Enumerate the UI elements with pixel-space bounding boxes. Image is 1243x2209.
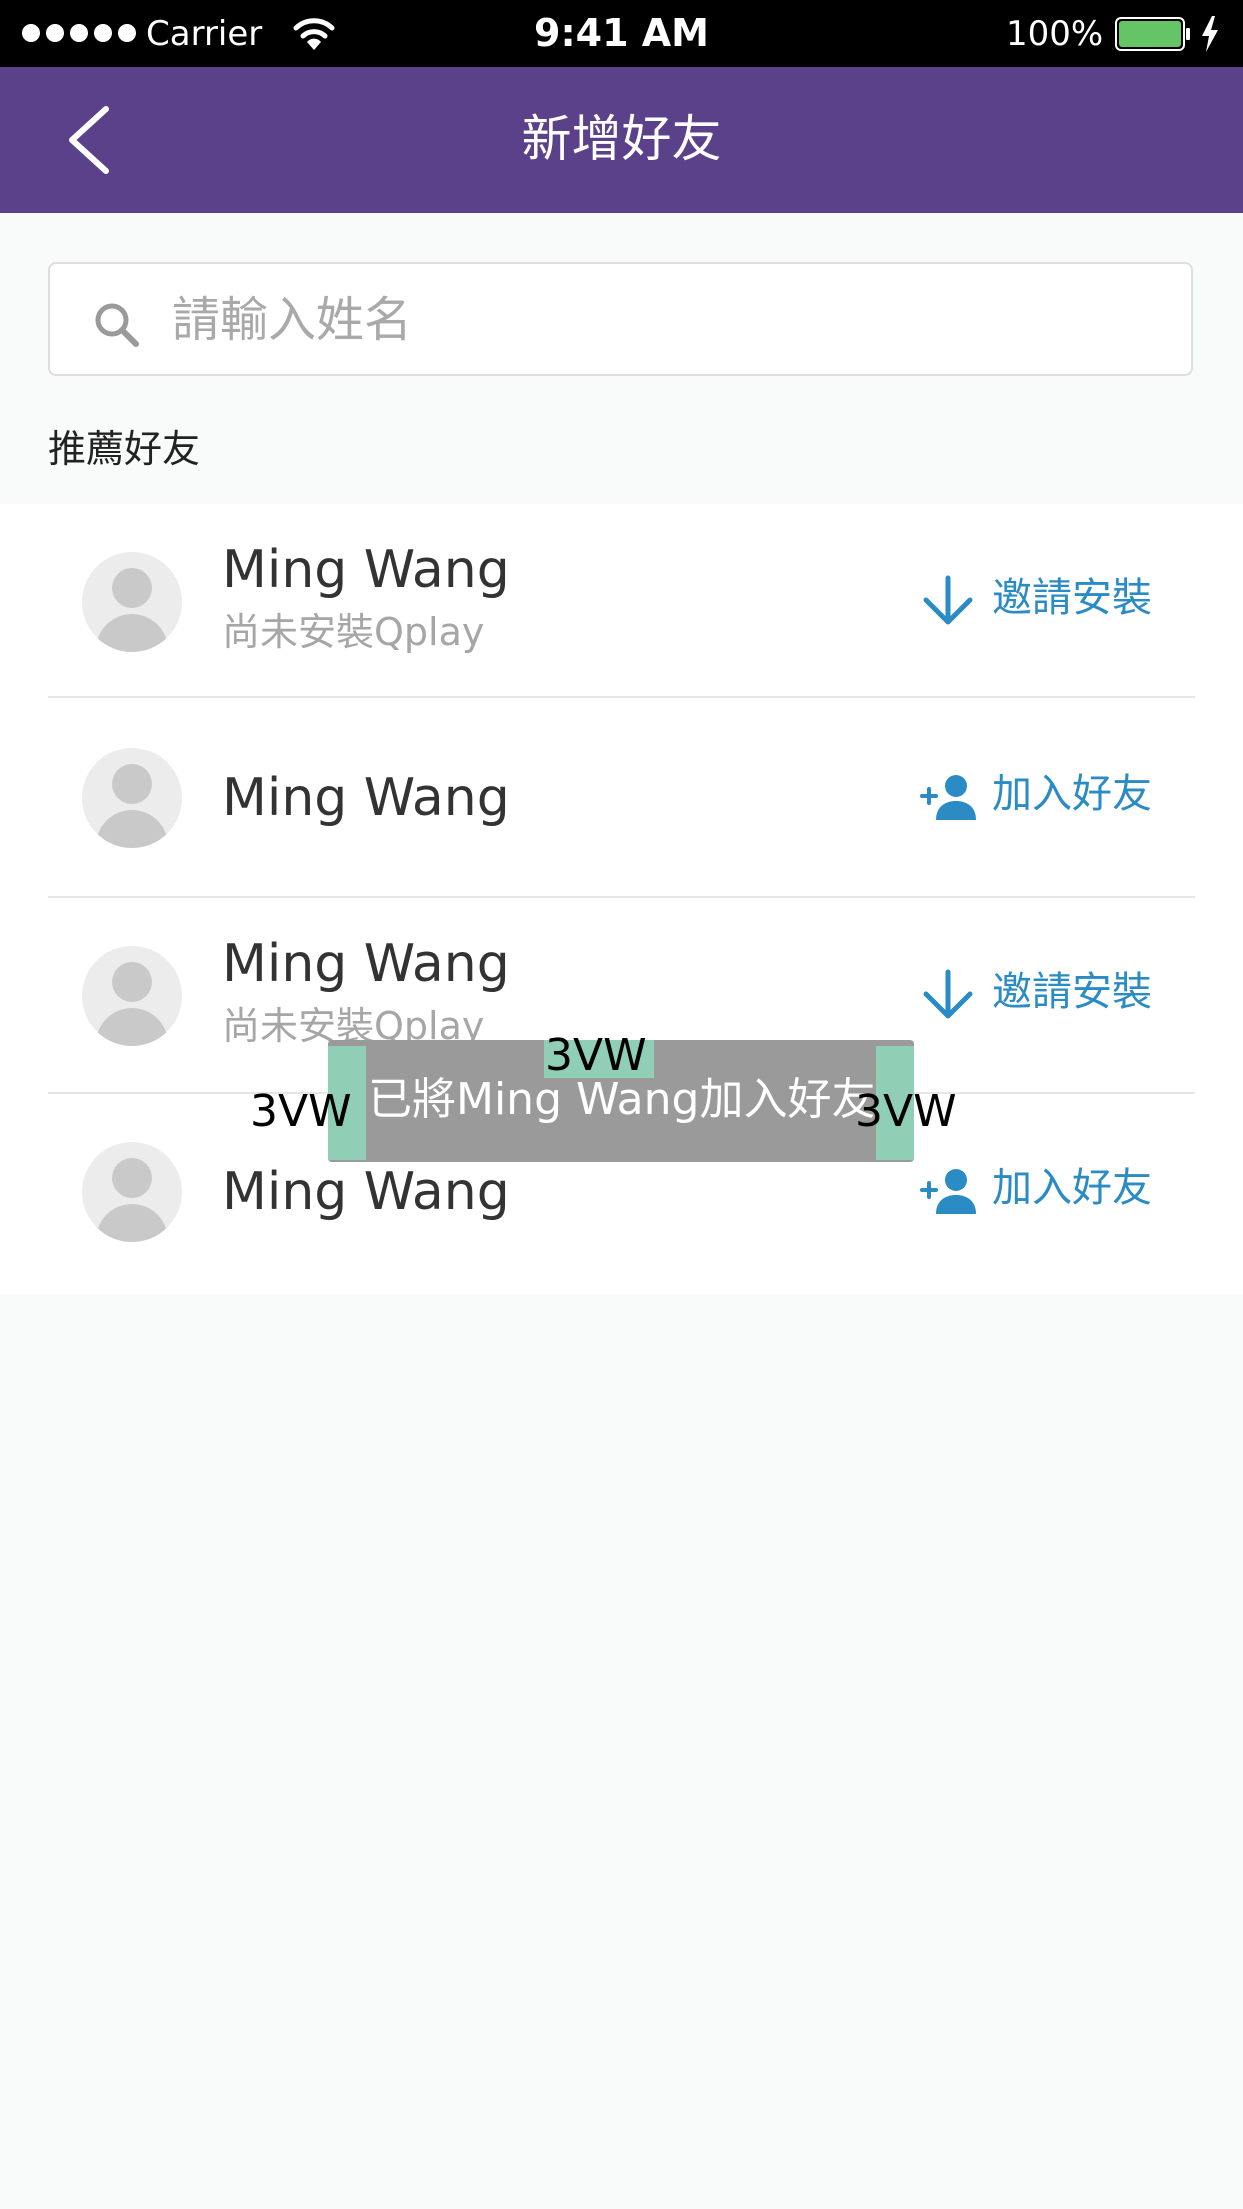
page-title: 新增好友 — [521, 110, 722, 168]
section-label: 推薦好友 — [48, 427, 201, 471]
search-input[interactable] — [170, 284, 1154, 356]
charging-bolt-icon — [1202, 16, 1218, 52]
list-item: Ming Wang 尚未安裝Qplay 邀請安裝 — [0, 504, 1243, 700]
add-friend-button[interactable]: 加入好友 — [920, 762, 1170, 832]
navigation-bar: 新增好友 — [0, 67, 1243, 213]
action-label: 加入好友 — [992, 1165, 1152, 1211]
search-icon — [95, 303, 139, 347]
friend-subtitle: 尚未安裝Qplay — [222, 610, 485, 654]
download-arrow-icon — [923, 969, 973, 1019]
avatar — [82, 1142, 182, 1242]
add-person-icon — [920, 1169, 976, 1214]
spacing-label-top: 3VW — [545, 1030, 647, 1081]
spacing-label-right: 3VW — [855, 1086, 957, 1137]
action-label: 加入好友 — [992, 771, 1152, 817]
battery-icon — [1115, 17, 1190, 51]
avatar — [82, 552, 182, 652]
friend-list: Ming Wang 尚未安裝Qplay 邀請安裝 Ming Wang 加入好友 … — [0, 504, 1243, 1294]
action-label: 邀請安裝 — [992, 575, 1152, 621]
battery-percent: 100% — [1006, 14, 1104, 54]
divider — [48, 696, 1195, 698]
avatar — [82, 946, 182, 1046]
avatar — [82, 748, 182, 848]
friend-name: Ming Wang — [222, 934, 510, 994]
invite-install-button[interactable]: 邀請安裝 — [920, 566, 1170, 636]
friend-name: Ming Wang — [222, 540, 510, 600]
spacing-label-left: 3VW — [250, 1086, 352, 1137]
list-item: Ming Wang 加入好友 — [0, 700, 1243, 896]
download-arrow-icon — [923, 575, 973, 625]
invite-install-button[interactable]: 邀請安裝 — [920, 960, 1170, 1030]
friend-name: Ming Wang — [222, 768, 510, 828]
search-box — [48, 262, 1193, 376]
action-label: 邀請安裝 — [992, 969, 1152, 1015]
status-bar: Carrier 9:41 AM 100% — [0, 0, 1243, 67]
friend-name: Ming Wang — [222, 1162, 510, 1222]
add-person-icon — [920, 775, 976, 820]
add-friend-button[interactable]: 加入好友 — [920, 1156, 1170, 1226]
